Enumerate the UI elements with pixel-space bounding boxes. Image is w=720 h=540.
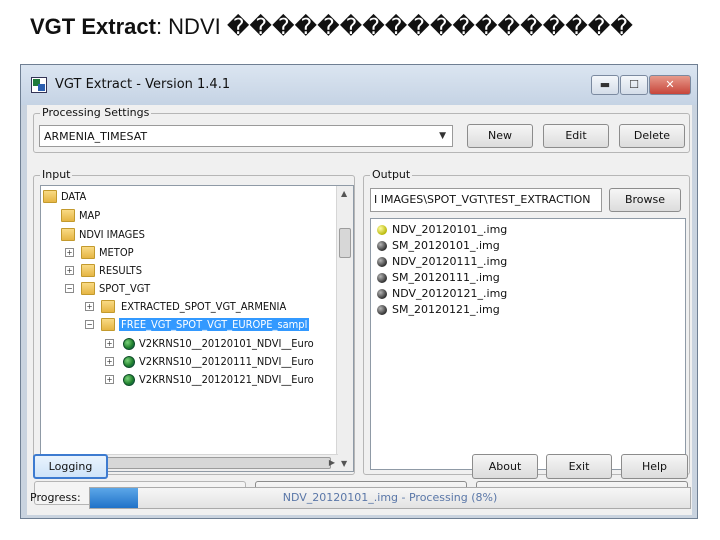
folder-icon (43, 190, 57, 203)
output-path-field[interactable]: I IMAGES\SPOT_VGT\TEST_EXTRACTION (370, 188, 602, 212)
tree-item[interactable]: NDVI IMAGES (41, 226, 341, 244)
browse-button[interactable]: Browse (609, 188, 681, 212)
collapse-minus-icon[interactable]: − (85, 320, 94, 329)
tree-item-label: MAP (79, 209, 101, 222)
logging-button[interactable]: Logging (33, 454, 108, 479)
scroll-right-icon[interactable]: ▶ (329, 458, 335, 467)
title-bar[interactable]: VGT Extract - Version 1.4.1 ▬ ☐ ✕ (21, 65, 697, 105)
tree-item-label: METOP (99, 246, 134, 259)
close-button[interactable]: ✕ (649, 75, 691, 95)
processing-settings-label: Processing Settings (40, 106, 152, 119)
file-name: SM_20120111_.img (392, 271, 500, 284)
exit-button[interactable]: Exit (546, 454, 612, 479)
edit-button[interactable]: Edit (543, 124, 609, 148)
tree-item[interactable]: + V2KRNS10__20120111_NDVI__Euro (41, 353, 341, 371)
processing-status-icon (377, 225, 387, 235)
tree-item[interactable]: + EXTRACTED_SPOT_VGT_ARMENIA (41, 298, 341, 316)
expand-plus-icon[interactable]: + (65, 248, 74, 257)
processing-settings-group: Processing Settings ARMENIA_TIMESAT ▼ Ne… (33, 106, 690, 153)
chevron-down-icon: ▼ (439, 131, 446, 141)
scroll-thumb[interactable] (339, 228, 351, 258)
pending-status-icon (377, 257, 387, 267)
globe-icon (123, 338, 135, 350)
input-group: Input DATA MAP NDVI IMAGES + METOP + RES… (33, 168, 355, 475)
pending-status-icon (377, 273, 387, 283)
tree-item[interactable]: + V2KRNS10__20120121_NDVI__Euro (41, 371, 341, 389)
scroll-up-icon[interactable]: ▲ (341, 189, 347, 198)
tree-item[interactable]: DATA (41, 188, 341, 206)
slide-title-bold: VGT Extract (30, 14, 156, 39)
help-button[interactable]: Help (621, 454, 688, 479)
tree-item[interactable]: + V2KRNS10__20120101_NDVI__Euro (41, 335, 341, 353)
tree-item-label: V2KRNS10__20120111_NDVI__Euro (139, 355, 314, 368)
folder-icon (101, 318, 115, 331)
tree-item-label: V2KRNS10__20120121_NDVI__Euro (139, 373, 314, 386)
new-button[interactable]: New (467, 124, 533, 148)
expand-plus-icon[interactable]: + (65, 266, 74, 275)
tree-item-label: EXTRACTED_SPOT_VGT_ARMENIA (121, 300, 287, 313)
tree-vertical-scrollbar[interactable]: ▲ ▼ (336, 186, 353, 471)
window-title: VGT Extract - Version 1.4.1 (55, 77, 231, 92)
file-name: NDV_20120111_.img (392, 255, 508, 268)
folder-icon (81, 246, 95, 259)
tree-item-label: V2KRNS10__20120101_NDVI__Euro (139, 337, 314, 350)
output-group-label: Output (370, 168, 413, 181)
file-name: SM_20120101_.img (392, 239, 500, 252)
maximize-button[interactable]: ☐ (620, 75, 648, 95)
progress-label: Progress: (30, 491, 81, 504)
app-icon (31, 77, 47, 93)
expand-plus-icon[interactable]: + (105, 357, 114, 366)
delete-button[interactable]: Delete (619, 124, 685, 148)
progress-bar: NDV_20120101_.img - Processing (8%) (89, 487, 691, 509)
tree-item[interactable]: MAP (41, 207, 341, 225)
slide-title: VGT Extract: NDVI ������������������ (30, 14, 633, 40)
folder-icon (81, 264, 95, 277)
output-group: Output I IMAGES\SPOT_VGT\TEST_EXTRACTION… (363, 168, 690, 475)
globe-icon (123, 374, 135, 386)
tree-item-label: RESULTS (99, 264, 142, 277)
tree-item-selected[interactable]: − FREE_VGT_SPOT_VGT_EUROPE_sampl (41, 316, 341, 334)
tree-item-label: DATA (61, 190, 87, 203)
slide-title-rest: : NDVI ������������������ (155, 14, 633, 39)
input-tree[interactable]: DATA MAP NDVI IMAGES + METOP + RESULTS −… (40, 185, 354, 472)
progress-status-text: NDV_20120101_.img - Processing (8%) (282, 491, 498, 504)
about-button[interactable]: About (472, 454, 538, 479)
settings-dropdown-value: ARMENIA_TIMESAT (44, 130, 148, 143)
folder-icon (101, 300, 115, 313)
tree-item[interactable]: + RESULTS (41, 262, 341, 280)
minimize-button[interactable]: ▬ (591, 75, 619, 95)
expand-plus-icon[interactable]: + (105, 375, 114, 384)
output-file-list[interactable]: NDV_20120101_.img SM_20120101_.img NDV_2… (370, 218, 686, 470)
pending-status-icon (377, 241, 387, 251)
pending-status-icon (377, 305, 387, 315)
scroll-down-icon[interactable]: ▼ (341, 459, 347, 468)
folder-icon (81, 282, 95, 295)
pending-status-icon (377, 289, 387, 299)
expand-plus-icon[interactable]: + (105, 339, 114, 348)
folder-icon (61, 228, 75, 241)
tree-item-label: FREE_VGT_SPOT_VGT_EUROPE_sampl (119, 318, 310, 331)
file-name: NDV_20120101_.img (392, 223, 508, 236)
folder-icon (61, 209, 75, 222)
file-name: NDV_20120121_.img (392, 287, 508, 300)
file-name: SM_20120121_.img (392, 303, 500, 316)
expand-plus-icon[interactable]: + (85, 302, 94, 311)
collapse-minus-icon[interactable]: − (65, 284, 74, 293)
tree-item[interactable]: − SPOT_VGT (41, 280, 341, 298)
tree-item[interactable]: + METOP (41, 244, 341, 262)
tree-item-label: SPOT_VGT (99, 282, 151, 295)
app-window: VGT Extract - Version 1.4.1 ▬ ☐ ✕ Proces… (20, 64, 698, 519)
input-group-label: Input (40, 168, 73, 181)
globe-icon (123, 356, 135, 368)
settings-dropdown[interactable]: ARMENIA_TIMESAT ▼ (39, 125, 453, 147)
tree-item-label: NDVI IMAGES (79, 228, 145, 241)
